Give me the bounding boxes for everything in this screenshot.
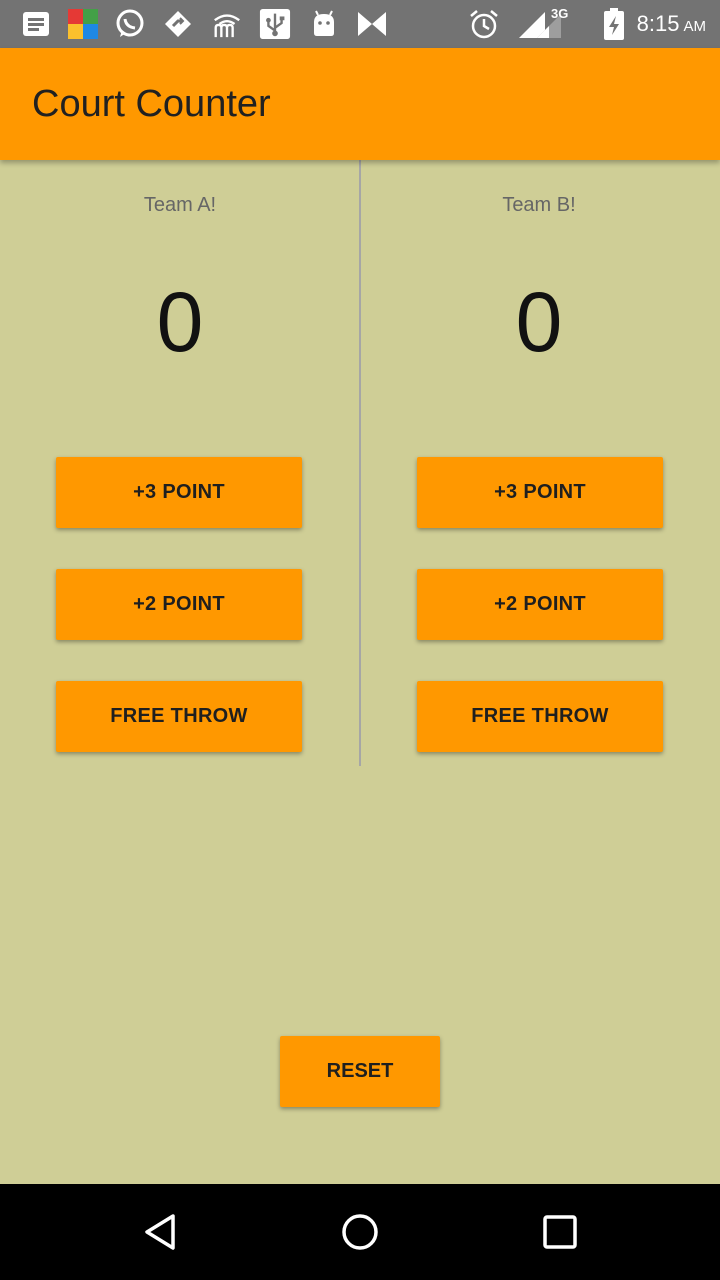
team-b-plus-two-button[interactable]: +2 POINT xyxy=(417,569,663,640)
notes-icon xyxy=(20,8,52,40)
bow-icon xyxy=(356,8,388,40)
share-icon xyxy=(162,8,194,40)
avg-icon xyxy=(67,8,99,40)
home-icon[interactable] xyxy=(336,1208,384,1256)
app-bar: Court Counter xyxy=(0,48,720,160)
network-type-label: 3G xyxy=(551,6,569,21)
team-b-free-throw-button[interactable]: FREE THROW xyxy=(417,681,663,752)
reset-button[interactable]: RESET xyxy=(280,1036,440,1107)
status-time: 8:15 AM xyxy=(637,0,706,48)
team-a-score: 0 xyxy=(156,275,204,369)
android-icon xyxy=(308,8,340,40)
wifi-calling-icon xyxy=(211,8,243,40)
team-a-plus-two-button[interactable]: +2 POINT xyxy=(56,569,302,640)
team-b-score: 0 xyxy=(515,275,563,369)
alarm-icon xyxy=(468,8,500,40)
back-icon[interactable] xyxy=(136,1208,184,1256)
team-a-panel: Team A! 0 +3 POINT +2 POINT FREE THROW xyxy=(0,160,360,766)
team-b-plus-three-button[interactable]: +3 POINT xyxy=(417,457,663,528)
usb-icon xyxy=(259,8,291,40)
team-b-name: Team B! xyxy=(502,194,576,216)
team-a-name: Team A! xyxy=(143,194,217,216)
status-bar: 3G 8:15 AM xyxy=(0,0,720,48)
recents-icon[interactable] xyxy=(536,1208,584,1256)
team-a-free-throw-button[interactable]: FREE THROW xyxy=(56,681,302,752)
team-a-plus-three-button[interactable]: +3 POINT xyxy=(56,457,302,528)
status-time-ampm: AM xyxy=(683,17,707,35)
battery-charging-icon xyxy=(598,8,630,40)
app-title: Court Counter xyxy=(32,82,271,125)
status-time-value: 8:15 xyxy=(636,11,680,36)
team-b-panel: Team B! 0 +3 POINT +2 POINT FREE THROW xyxy=(361,160,720,766)
navigation-bar xyxy=(0,1184,720,1280)
whatsapp-icon xyxy=(114,8,146,40)
